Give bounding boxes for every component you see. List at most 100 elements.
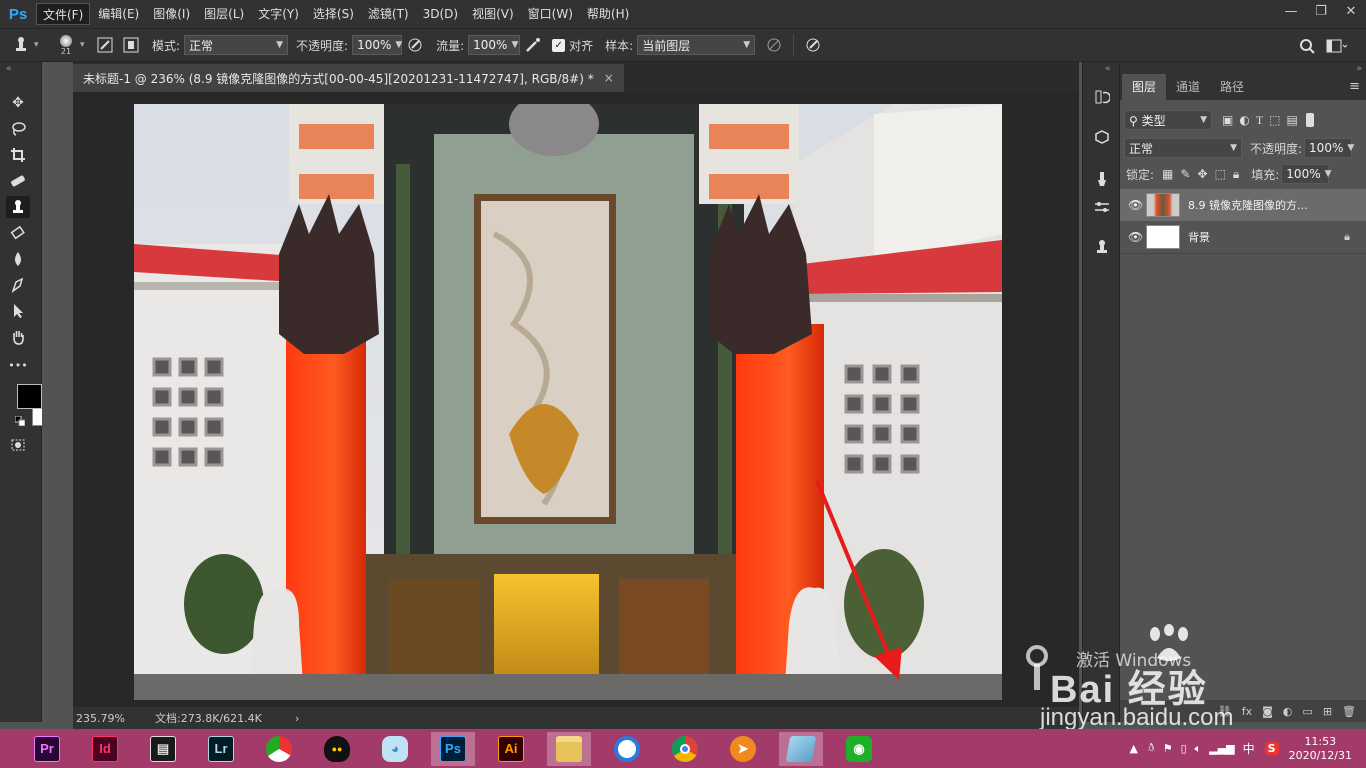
clone-stamp-tool-icon[interactable] bbox=[6, 196, 30, 218]
collapse-dock-icon[interactable]: « bbox=[1105, 64, 1111, 74]
premiere-app-icon[interactable]: Pr bbox=[25, 732, 69, 766]
flow-input[interactable]: 100% ▼ bbox=[468, 35, 521, 55]
pinwheel-icon[interactable] bbox=[257, 732, 301, 766]
eraser-tool-icon[interactable] bbox=[6, 222, 30, 244]
close-window-button[interactable]: ✕ bbox=[1336, 0, 1366, 22]
clone-source-icon[interactable] bbox=[1090, 236, 1114, 258]
battery-icon[interactable]: ▯ bbox=[1181, 742, 1187, 755]
brush-preview[interactable]: 21 bbox=[52, 30, 80, 60]
lock-image-icon[interactable]: ✎ bbox=[1180, 167, 1190, 182]
menu-edit[interactable]: 编辑(E) bbox=[92, 3, 145, 25]
layer-name[interactable]: 8.9 镜像克隆图像的方... bbox=[1188, 197, 1307, 213]
tab-layers[interactable]: 图层 bbox=[1122, 74, 1167, 100]
aligned-checkbox[interactable]: ✓ bbox=[552, 38, 566, 52]
menu-select[interactable]: 选择(S) bbox=[307, 3, 360, 25]
close-tab-icon[interactable]: × bbox=[604, 71, 614, 85]
ime-indicator[interactable]: 中 bbox=[1243, 740, 1255, 757]
layer-row[interactable]: 👁︎ 背景 🔒︎ bbox=[1120, 221, 1366, 253]
indesign-app-icon[interactable]: Id bbox=[83, 732, 127, 766]
illustrator-app-icon[interactable]: Ai bbox=[489, 732, 533, 766]
pen-tool-icon[interactable] bbox=[6, 274, 30, 296]
document-tab[interactable]: 未标题-1 @ 236% (8.9 镜像克隆图像的方式[00-00-45][20… bbox=[73, 64, 624, 92]
restore-button[interactable]: ❐ bbox=[1306, 0, 1336, 22]
panel-menu-icon[interactable]: ≡ bbox=[1349, 79, 1360, 94]
photoshop-app-icon[interactable]: Ps bbox=[431, 731, 475, 766]
mode-select[interactable]: 正常 ▼ bbox=[184, 35, 289, 55]
lightroom-app-icon[interactable]: Lr bbox=[199, 732, 243, 766]
menu-window[interactable]: 窗口(W) bbox=[522, 3, 579, 25]
lasso-tool-icon[interactable] bbox=[6, 118, 30, 140]
tab-paths[interactable]: 路径 bbox=[1210, 74, 1254, 100]
menu-filter[interactable]: 滤镜(T) bbox=[362, 3, 415, 25]
airbrush-icon[interactable] bbox=[520, 32, 546, 58]
history-panel-icon[interactable] bbox=[1090, 86, 1114, 108]
preset-arrow-icon[interactable]: ▾ bbox=[34, 40, 48, 50]
path-selection-tool-icon[interactable] bbox=[6, 300, 30, 322]
qq-penguin-icon[interactable]: ●● bbox=[315, 732, 359, 766]
browser-icon[interactable] bbox=[605, 732, 649, 766]
clone-source-panel-icon[interactable] bbox=[118, 32, 144, 58]
workspace-switcher-icon[interactable] bbox=[1320, 33, 1354, 59]
hand-tool-icon[interactable] bbox=[6, 326, 30, 348]
filter-adjustment-icon[interactable]: ◐ bbox=[1239, 113, 1249, 128]
default-colors-icon[interactable] bbox=[14, 415, 26, 427]
brush-settings-icon[interactable] bbox=[1090, 168, 1114, 190]
eye-icon[interactable]: 👁︎ bbox=[1128, 230, 1143, 244]
foreground-color-swatch[interactable] bbox=[17, 384, 42, 409]
zoom-level[interactable]: 235.79% bbox=[73, 712, 155, 725]
search-icon[interactable] bbox=[1294, 33, 1320, 59]
pressure-size-icon[interactable] bbox=[800, 32, 826, 58]
fill-input[interactable]: 100% ▼ bbox=[1281, 164, 1332, 184]
menu-image[interactable]: 图像(I) bbox=[147, 3, 196, 25]
blur-tool-icon[interactable] bbox=[6, 248, 30, 270]
network-icon[interactable]: ▂▄▆ bbox=[1209, 742, 1234, 755]
folder-icon[interactable] bbox=[547, 731, 591, 766]
3d-panel-icon[interactable] bbox=[1090, 126, 1114, 148]
tab-channels[interactable]: 通道 bbox=[1166, 74, 1210, 100]
film-icon[interactable]: ▤ bbox=[141, 732, 185, 766]
filter-smart-object-icon[interactable]: ▤ bbox=[1287, 113, 1298, 128]
collapse-toolbox-icon[interactable]: « bbox=[6, 64, 12, 74]
minimize-button[interactable]: — bbox=[1276, 0, 1306, 22]
media-player-icon[interactable]: ➤ bbox=[721, 732, 765, 766]
flag-icon[interactable]: ⚑ bbox=[1163, 742, 1173, 755]
blend-mode-select[interactable]: 正常 ▼ bbox=[1124, 138, 1242, 158]
pressure-opacity-icon[interactable] bbox=[402, 32, 428, 58]
lock-all-icon[interactable]: 🔒︎ bbox=[1233, 167, 1239, 182]
filter-pixel-icon[interactable]: ▣ bbox=[1222, 113, 1233, 128]
brush-panel-icon[interactable] bbox=[92, 32, 118, 58]
menu-file[interactable]: 文件(F) bbox=[36, 3, 91, 25]
crop-tool-icon[interactable] bbox=[6, 144, 30, 166]
qq-tray-icon[interactable]: 🐧︎ bbox=[1148, 741, 1155, 756]
chrome-icon[interactable] bbox=[663, 732, 707, 766]
menu-type[interactable]: 文字(Y) bbox=[252, 3, 305, 25]
layer-name[interactable]: 背景 bbox=[1188, 229, 1344, 245]
wifi-share-icon[interactable]: ◉ bbox=[837, 732, 881, 766]
clock[interactable]: 11:53 2020/12/31 bbox=[1289, 735, 1352, 763]
quick-mask-icon[interactable] bbox=[6, 434, 30, 456]
more-tools-icon[interactable]: ••• bbox=[6, 354, 30, 376]
notepad-icon[interactable] bbox=[779, 731, 823, 766]
brush-arrow-icon[interactable]: ▾ bbox=[80, 40, 92, 50]
layer-opacity-input[interactable]: 100% ▼ bbox=[1304, 138, 1354, 158]
healing-brush-tool-icon[interactable] bbox=[6, 170, 30, 192]
move-tool-icon[interactable]: ✥ bbox=[6, 92, 30, 114]
chat-bubble-icon[interactable]: ◕ bbox=[373, 732, 417, 766]
volume-icon[interactable]: 🔈︎ bbox=[1195, 742, 1202, 756]
filter-shape-icon[interactable]: ⬚ bbox=[1269, 113, 1280, 128]
filter-type-icon[interactable]: T bbox=[1256, 113, 1263, 128]
eye-icon[interactable]: 👁︎ bbox=[1128, 198, 1143, 212]
clone-stamp-preset-icon[interactable] bbox=[8, 32, 34, 58]
collapse-panel-icon[interactable]: » bbox=[1356, 64, 1362, 74]
filter-toggle[interactable] bbox=[1305, 113, 1314, 127]
menu-3d[interactable]: 3D(D) bbox=[417, 3, 464, 25]
filter-type-select[interactable]: ⚲ 类型 ▼ bbox=[1124, 110, 1212, 130]
lock-position-icon[interactable]: ✥ bbox=[1197, 167, 1207, 182]
layer-row[interactable]: 👁︎ 8.9 镜像克隆图像的方... bbox=[1120, 189, 1366, 221]
opacity-input[interactable]: 100% ▼ bbox=[352, 35, 402, 55]
menu-view[interactable]: 视图(V) bbox=[466, 3, 520, 25]
canvas-image[interactable] bbox=[134, 104, 1002, 700]
lock-artboard-icon[interactable]: ⬚ bbox=[1215, 167, 1226, 182]
lock-transparent-icon[interactable]: ▦ bbox=[1162, 167, 1173, 182]
menu-layer[interactable]: 图层(L) bbox=[198, 3, 250, 25]
